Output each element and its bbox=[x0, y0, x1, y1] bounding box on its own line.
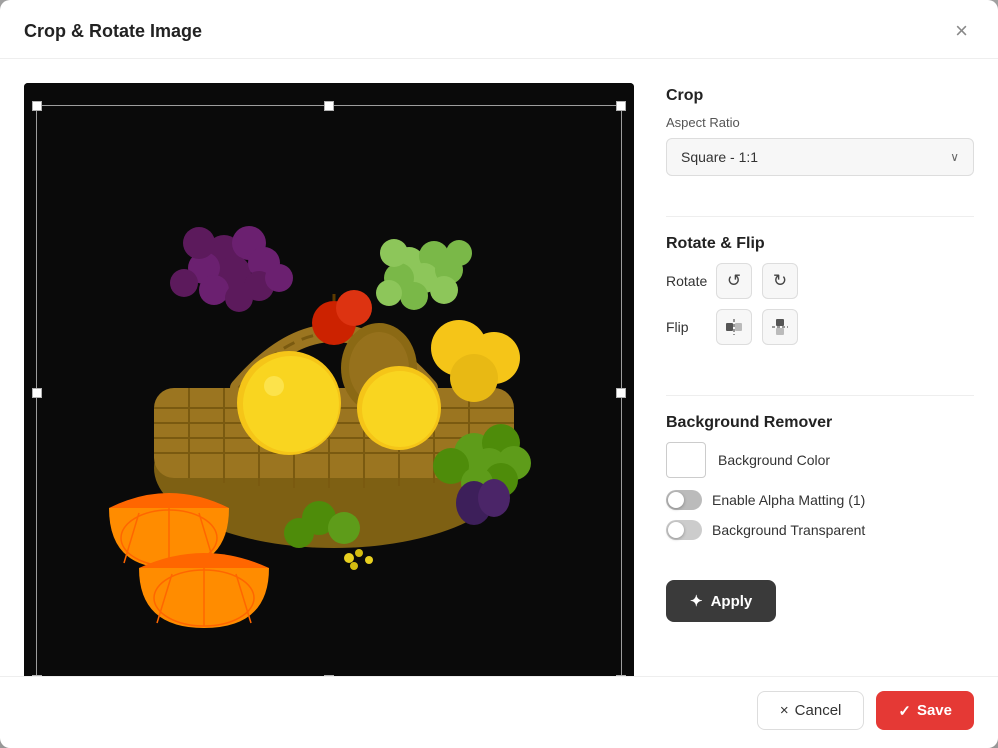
bg-remover-section: Background Remover Background Color Enab… bbox=[666, 414, 974, 550]
apply-btn-wrap: ✦ Apply bbox=[666, 580, 974, 622]
rotate-cw-button[interactable]: ↻ bbox=[762, 263, 798, 299]
flip-horizontal-button[interactable] bbox=[716, 309, 752, 345]
divider-2 bbox=[666, 395, 974, 396]
rotate-flip-section: Rotate & Flip Rotate ↺ ↻ Flip bbox=[666, 235, 974, 355]
chevron-down-icon: ∨ bbox=[950, 150, 959, 164]
aspect-ratio-value: Square - 1:1 bbox=[681, 149, 758, 165]
flip-row: Flip bbox=[666, 309, 974, 345]
close-button[interactable]: × bbox=[949, 18, 974, 44]
alpha-matting-toggle[interactable] bbox=[666, 490, 702, 510]
apply-icon: ✦ bbox=[690, 592, 703, 610]
flip-v-icon bbox=[771, 318, 789, 336]
bg-color-row: Background Color bbox=[666, 442, 974, 478]
dialog-footer: × Cancel ✓ Save bbox=[0, 676, 998, 748]
aspect-ratio-dropdown[interactable]: Square - 1:1 ∨ bbox=[666, 138, 974, 176]
fruit-image bbox=[24, 83, 634, 676]
bg-color-label: Background Color bbox=[718, 452, 830, 468]
divider-1 bbox=[666, 216, 974, 217]
crop-rotate-dialog: Crop & Rotate Image × bbox=[0, 0, 998, 748]
cancel-icon: × bbox=[780, 702, 789, 719]
dialog-body: Crop Aspect Ratio Square - 1:1 ∨ Rotate … bbox=[0, 59, 998, 676]
aspect-ratio-label: Aspect Ratio bbox=[666, 115, 974, 130]
crop-section-title: Crop bbox=[666, 87, 974, 105]
dialog-title: Crop & Rotate Image bbox=[24, 21, 202, 42]
image-canvas-area bbox=[24, 83, 634, 676]
apply-button[interactable]: ✦ Apply bbox=[666, 580, 776, 622]
flip-label: Flip bbox=[666, 319, 706, 335]
alpha-matting-row: Enable Alpha Matting (1) bbox=[666, 490, 974, 510]
dialog-header: Crop & Rotate Image × bbox=[0, 0, 998, 59]
image-canvas bbox=[24, 83, 634, 676]
bg-color-swatch[interactable] bbox=[666, 442, 706, 478]
alpha-matting-toggle-knob bbox=[668, 492, 684, 508]
save-label: Save bbox=[917, 702, 952, 719]
cancel-label: Cancel bbox=[795, 702, 842, 719]
rotate-row: Rotate ↺ ↻ bbox=[666, 263, 974, 299]
flip-vertical-button[interactable] bbox=[762, 309, 798, 345]
save-button[interactable]: ✓ Save bbox=[876, 691, 974, 730]
crop-section: Crop Aspect Ratio Square - 1:1 ∨ bbox=[666, 87, 974, 176]
rotate-ccw-button[interactable]: ↺ bbox=[716, 263, 752, 299]
rotate-flip-title: Rotate & Flip bbox=[666, 235, 974, 253]
bg-transparent-row: Background Transparent bbox=[666, 520, 974, 540]
bg-transparent-label: Background Transparent bbox=[712, 522, 865, 538]
rotate-label: Rotate bbox=[666, 273, 706, 289]
bg-remover-title: Background Remover bbox=[666, 414, 974, 432]
right-panel: Crop Aspect Ratio Square - 1:1 ∨ Rotate … bbox=[666, 83, 974, 652]
flip-h-icon bbox=[725, 318, 743, 336]
alpha-matting-label: Enable Alpha Matting (1) bbox=[712, 492, 865, 508]
save-icon: ✓ bbox=[898, 702, 911, 720]
cancel-button[interactable]: × Cancel bbox=[757, 691, 864, 730]
apply-label: Apply bbox=[711, 593, 753, 610]
bg-transparent-toggle[interactable] bbox=[666, 520, 702, 540]
bg-transparent-toggle-knob bbox=[668, 522, 684, 538]
